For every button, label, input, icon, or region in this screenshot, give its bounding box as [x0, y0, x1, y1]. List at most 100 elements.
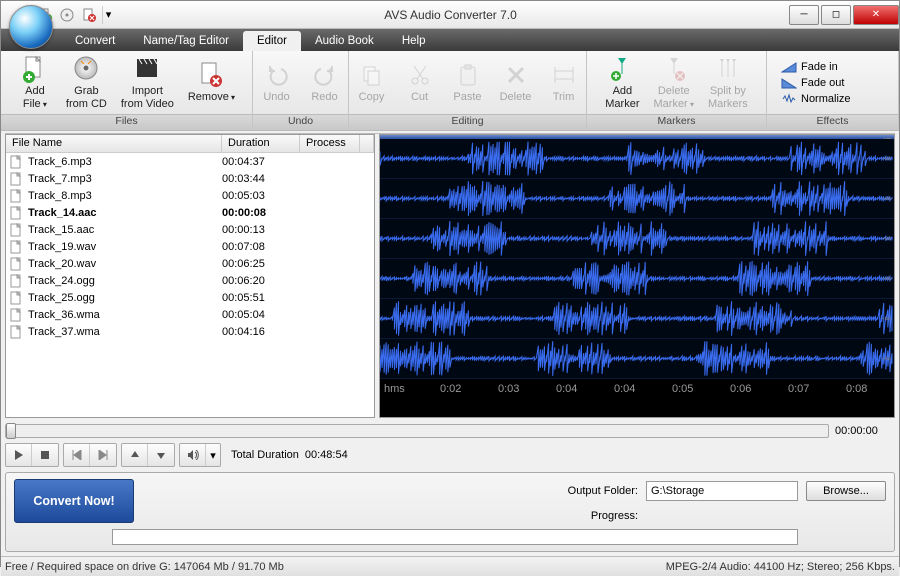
tab-help[interactable]: Help [388, 31, 440, 51]
channel-db: -∞ [882, 233, 891, 243]
copy-icon [358, 61, 386, 89]
group-label-files: Files [1, 114, 252, 130]
ruler-tick: 0:04 [614, 383, 635, 395]
file-row[interactable]: Track_6.mp300:04:37 [6, 153, 374, 170]
delete-marker-button: DeleteMarker [650, 53, 698, 111]
position-time: 00:00:00 [835, 425, 895, 437]
channel-db: -∞ [882, 313, 891, 323]
file-duration: 00:04:16 [222, 326, 300, 338]
app-orb-icon[interactable] [9, 5, 53, 49]
redo-label: Redo [311, 91, 337, 103]
grab-cd-button[interactable]: Grabfrom CD [62, 53, 111, 111]
file-row[interactable]: Track_20.wav00:06:25 [6, 255, 374, 272]
file-icon [10, 206, 24, 220]
waveform-channel[interactable]: -∞ [380, 219, 894, 259]
group-label-markers: Markers [587, 114, 766, 130]
channel-db: -∞ [882, 193, 891, 203]
ruler-tick: 0:03 [498, 383, 519, 395]
move-up-button[interactable] [122, 444, 148, 466]
file-row[interactable]: Track_36.wma00:05:04 [6, 306, 374, 323]
output-folder-input[interactable] [646, 481, 798, 501]
split-markers-label: Split byMarkers [708, 85, 748, 109]
minimize-button[interactable]: ─ [789, 5, 819, 25]
file-row[interactable]: Track_24.ogg00:06:20 [6, 272, 374, 289]
file-row[interactable]: Track_37.wma00:04:16 [6, 323, 374, 340]
marker-split-icon [714, 55, 742, 83]
total-duration-value: 00:48:54 [305, 449, 348, 461]
ruler-tick: 0:08 [846, 383, 867, 395]
fade-out-icon [781, 77, 797, 89]
paste-button: Paste [447, 59, 489, 105]
file-row[interactable]: Track_7.mp300:03:44 [6, 170, 374, 187]
normalize-icon [781, 93, 797, 105]
file-name: Track_25.ogg [28, 292, 222, 304]
play-button[interactable] [6, 444, 32, 466]
seek-slider[interactable] [5, 424, 829, 438]
undo-label: Undo [263, 91, 289, 103]
qat-dropdown-icon[interactable]: ▾ [102, 6, 114, 24]
tab-name-tag-editor[interactable]: Name/Tag Editor [129, 31, 243, 51]
import-video-label: Importfrom Video [121, 85, 174, 109]
waveform-channel[interactable]: -∞ [380, 179, 894, 219]
stop-button[interactable] [32, 444, 58, 466]
delete-label: Delete [500, 91, 532, 103]
add-marker-button[interactable]: AddMarker [601, 53, 643, 111]
undo-icon [263, 61, 291, 89]
waveform-channel[interactable]: -∞ [380, 259, 894, 299]
col-header-duration[interactable]: Duration [222, 135, 300, 152]
channel-db: -∞ [882, 353, 891, 363]
cut-label: Cut [411, 91, 428, 103]
file-icon [10, 189, 24, 203]
tab-editor[interactable]: Editor [243, 31, 301, 51]
fade-in-icon [781, 61, 797, 73]
prev-button[interactable] [64, 444, 90, 466]
file-icon [10, 240, 24, 254]
col-header-filename[interactable]: File Name [6, 135, 222, 152]
marker-plus-icon [608, 55, 636, 83]
fade-in-label: Fade in [801, 61, 838, 73]
paste-label: Paste [453, 91, 481, 103]
volume-button[interactable] [180, 444, 206, 466]
remove-button[interactable]: Remove [184, 59, 239, 105]
col-header-process[interactable]: Process [300, 135, 360, 152]
file-row[interactable]: Track_15.aac00:00:13 [6, 221, 374, 238]
file-row[interactable]: Track_14.aac00:00:08 [6, 204, 374, 221]
redo-button: Redo [304, 59, 346, 105]
volume-menu-button[interactable]: ▾ [206, 444, 220, 466]
close-button[interactable]: ✕ [853, 5, 899, 25]
file-duration: 00:06:25 [222, 258, 300, 270]
waveform-channel[interactable]: -∞ [380, 139, 894, 179]
normalize-button[interactable]: Normalize [779, 92, 853, 106]
tab-convert[interactable]: Convert [61, 31, 129, 51]
fade-out-button[interactable]: Fade out [779, 76, 853, 90]
file-duration: 00:00:08 [222, 207, 300, 219]
output-folder-label: Output Folder: [112, 485, 638, 497]
qat-remove-doc-icon[interactable] [80, 6, 98, 24]
fade-in-button[interactable]: Fade in [779, 60, 853, 74]
file-row[interactable]: Track_19.wav00:07:08 [6, 238, 374, 255]
add-file-button[interactable]: AddFile [14, 53, 56, 111]
trim-icon [550, 61, 578, 89]
time-ruler[interactable]: hms 0:020:030:040:040:050:060:070:08 [380, 379, 894, 399]
remove-label: Remove [188, 91, 235, 103]
qat-grab-cd-icon[interactable] [58, 6, 76, 24]
move-down-button[interactable] [148, 444, 174, 466]
import-video-button[interactable]: Importfrom Video [117, 53, 178, 111]
file-duration: 00:05:51 [222, 292, 300, 304]
file-name: Track_8.mp3 [28, 190, 222, 202]
file-icon [10, 325, 24, 339]
marker-x-icon [660, 55, 688, 83]
next-button[interactable] [90, 444, 116, 466]
waveform-panel[interactable]: dB -∞-∞-∞-∞-∞-∞ hms 0:020:030:040:040:05… [379, 134, 895, 418]
waveform-channel[interactable]: -∞ [380, 339, 894, 379]
delete-button: Delete [495, 59, 537, 105]
file-row[interactable]: Track_8.mp300:05:03 [6, 187, 374, 204]
maximize-button[interactable]: ◻ [821, 5, 851, 25]
waveform-channel[interactable]: -∞ [380, 299, 894, 339]
tab-audio-book[interactable]: Audio Book [301, 31, 388, 51]
file-row[interactable]: Track_25.ogg00:05:51 [6, 289, 374, 306]
ruler-tick: 0:04 [556, 383, 577, 395]
cut-button: Cut [399, 59, 441, 105]
browse-button[interactable]: Browse... [806, 481, 886, 501]
file-name: Track_20.wav [28, 258, 222, 270]
